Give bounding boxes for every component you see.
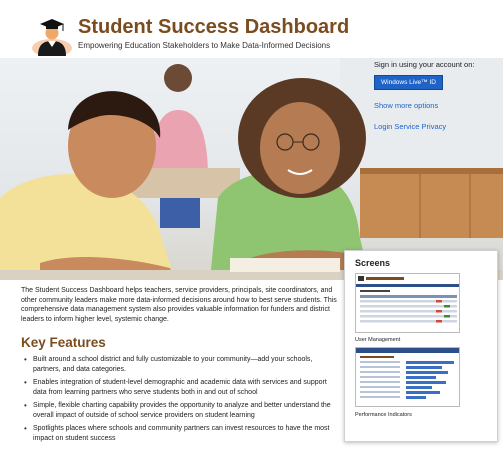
screens-heading: Screens [355, 258, 391, 268]
user-management-thumbnail[interactable] [355, 273, 460, 333]
performance-indicators-caption: Performance Indicators [355, 412, 412, 418]
features-list: Built around a school district and fully… [21, 355, 339, 447]
performance-indicators-thumbnail[interactable] [355, 347, 460, 407]
page-subtitle: Empowering Education Stakeholders to Mak… [78, 41, 331, 50]
graduate-cap-icon [30, 14, 74, 57]
key-features-heading: Key Features [21, 335, 106, 350]
signin-panel: Sign in using your account on: Windows L… [374, 60, 500, 131]
list-item: Enables integration of student-level dem… [21, 378, 339, 397]
signin-label: Sign in using your account on: [374, 60, 475, 69]
user-management-caption: User Management [355, 337, 401, 343]
show-more-options-link[interactable]: Show more options [374, 101, 500, 110]
header: Student Success Dashboard Empowering Edu… [0, 0, 503, 58]
list-item: Simple, flexible charting capability pro… [21, 401, 339, 420]
login-privacy-link[interactable]: Login Service Privacy [374, 122, 500, 131]
intro-paragraph: The Student Success Dashboard helps teac… [21, 287, 337, 323]
windows-live-id-button[interactable]: Windows Live™ ID [374, 75, 443, 90]
screens-panel: Screens User Management Performance Indi… [344, 250, 498, 442]
page-title: Student Success Dashboard [78, 16, 350, 38]
list-item: Spotlights places where schools and comm… [21, 424, 339, 443]
list-item: Built around a school district and fully… [21, 355, 339, 374]
